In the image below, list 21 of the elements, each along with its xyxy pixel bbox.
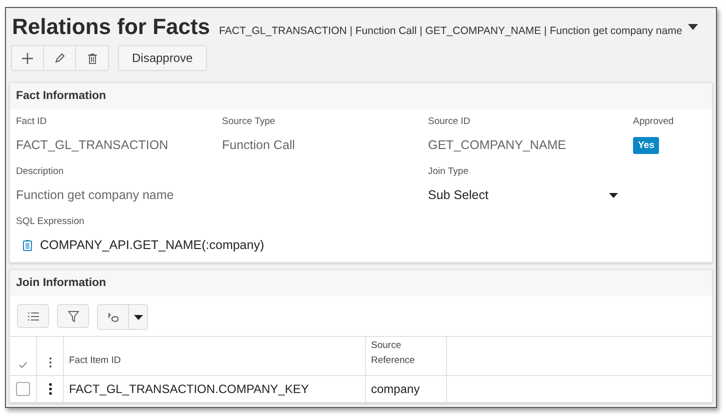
page-title: Relations for Facts: [12, 13, 210, 41]
field-value: COMPANY_API.GET_NAME(:company): [40, 238, 264, 252]
section-title: Join Information: [10, 270, 712, 296]
field-label: Source Type: [222, 116, 276, 129]
table-cell: FACT_GL_TRANSACTION.COMPANY_KEY: [69, 382, 309, 396]
field-value: Function get company name: [16, 187, 175, 204]
status-badge: Yes: [633, 136, 660, 154]
field-label: Fact ID: [16, 116, 48, 129]
join-type-select[interactable]: Sub Select: [428, 180, 618, 210]
field-label: SQL Expression: [16, 216, 86, 229]
field-label: Approved: [633, 116, 675, 129]
field-label: Description: [16, 166, 65, 179]
table-cell: company: [371, 382, 420, 396]
field-value: Function Call: [222, 137, 296, 154]
field-label: Source ID: [428, 116, 472, 129]
breadcrumb: FACT_GL_TRANSACTION | Function Call | GET_COMPANY_NAME | Function get company name: [219, 25, 682, 37]
field-value: GET_COMPANY_NAME: [428, 137, 567, 154]
field-label: Join Type: [428, 166, 470, 179]
section-title: Fact Information: [10, 83, 712, 109]
disapprove-button[interactable]: Disapprove: [118, 45, 207, 71]
field-value: FACT_GL_TRANSACTION: [16, 137, 170, 154]
